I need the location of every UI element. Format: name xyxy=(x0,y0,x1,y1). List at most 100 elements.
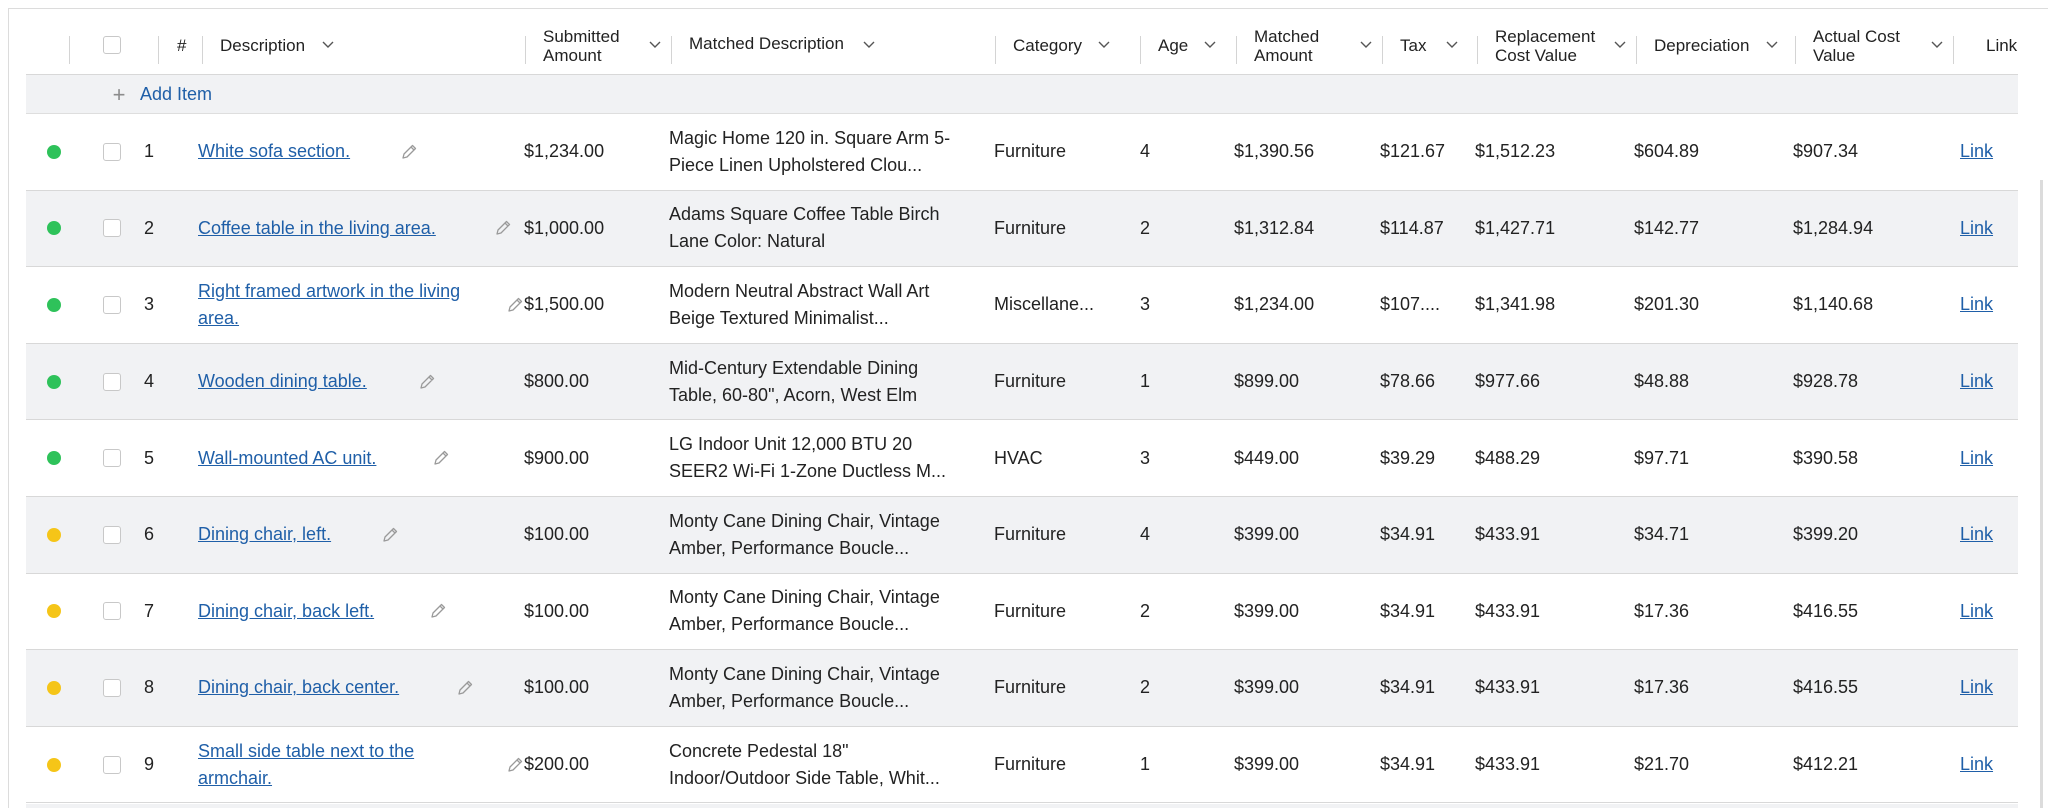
item-description-link[interactable]: Wall-mounted AC unit. xyxy=(198,445,376,472)
header-submitted-amount[interactable]: Submitted Amount xyxy=(526,16,672,75)
age: 1 xyxy=(1140,754,1151,775)
table-row[interactable]: 4 Wooden dining table. $800.00 Mid-Centu… xyxy=(26,343,2018,421)
tax: $107.... xyxy=(1380,294,1441,315)
item-description-link[interactable]: Dining chair, back left. xyxy=(198,598,374,625)
item-link[interactable]: Link xyxy=(1960,138,1993,165)
category: Furniture xyxy=(994,600,1067,621)
sort-chevron-icon[interactable] xyxy=(321,37,335,51)
sort-chevron-icon[interactable] xyxy=(1930,37,1944,51)
header-description[interactable]: Description xyxy=(203,16,526,75)
item-description-link[interactable]: Small side table next to the armchair. xyxy=(198,738,463,792)
header-description-label: Description xyxy=(220,36,306,55)
sort-chevron-icon[interactable] xyxy=(1359,37,1373,51)
category: Furniture xyxy=(994,371,1067,392)
header-category[interactable]: Category xyxy=(996,16,1141,75)
status-dot xyxy=(47,527,61,542)
header-depreciation[interactable]: Depreciation xyxy=(1637,16,1796,75)
item-description: Right framed artwork in the living area. xyxy=(198,267,463,343)
age: 2 xyxy=(1140,217,1151,238)
item-description-link[interactable]: White sofa section. xyxy=(198,138,350,165)
table-row[interactable]: 3 Right framed artwork in the living are… xyxy=(26,267,2018,344)
item-link[interactable]: Link xyxy=(1960,521,1993,548)
header-age[interactable]: Age xyxy=(1141,16,1237,75)
row-checkbox[interactable] xyxy=(103,219,121,238)
pencil-icon[interactable] xyxy=(381,526,399,544)
item-link[interactable]: Link xyxy=(1960,445,1993,472)
header-matched-description[interactable]: Matched Description xyxy=(672,16,996,75)
pencil-icon[interactable] xyxy=(432,449,450,467)
scrollbar-track[interactable] xyxy=(2040,180,2043,808)
table-row[interactable]: 6 Dining chair, left. $100.00 Monty Cane… xyxy=(26,496,2018,574)
item-link[interactable]: Link xyxy=(1960,291,1993,318)
pencil-icon[interactable] xyxy=(429,602,447,620)
matched-description: Monty Cane Dining Chair, Vintage Amber, … xyxy=(669,574,969,650)
row-checkbox[interactable] xyxy=(103,372,121,391)
item-link-cell: Link xyxy=(1960,650,2010,726)
item-description: Coffee table in the living area. xyxy=(198,191,463,267)
sort-chevron-icon[interactable] xyxy=(1097,37,1111,51)
pencil-icon[interactable] xyxy=(506,756,524,774)
sort-chevron-icon[interactable] xyxy=(1445,37,1459,51)
table-row[interactable]: 1 White sofa section. $1,234.00 Magic Ho… xyxy=(26,114,2018,191)
item-link[interactable]: Link xyxy=(1960,368,1993,395)
pencil-icon[interactable] xyxy=(494,219,512,237)
tax: $34.91 xyxy=(1380,524,1436,545)
row-checkbox[interactable] xyxy=(103,525,121,544)
sort-chevron-icon[interactable] xyxy=(1613,37,1627,51)
table-row[interactable]: 8 Dining chair, back center. $100.00 Mon… xyxy=(26,650,2018,727)
table-body: 1 White sofa section. $1,234.00 Magic Ho… xyxy=(26,114,2018,804)
header-link: Link xyxy=(1954,16,2018,75)
category: Furniture xyxy=(994,754,1067,775)
item-description-link[interactable]: Dining chair, left. xyxy=(198,521,331,548)
item-link[interactable]: Link xyxy=(1960,215,1993,242)
header-number-label: # xyxy=(177,36,187,55)
item-description-link[interactable]: Wooden dining table. xyxy=(198,368,367,395)
item-link-cell: Link xyxy=(1960,727,2010,803)
item-link[interactable]: Link xyxy=(1960,598,1993,625)
item-link[interactable]: Link xyxy=(1960,751,1993,778)
item-link[interactable]: Link xyxy=(1960,674,1993,701)
row-checkbox[interactable] xyxy=(103,678,121,697)
item-description: White sofa section. xyxy=(198,114,463,190)
matched-amount: $399.00 xyxy=(1234,524,1300,545)
row-checkbox[interactable] xyxy=(103,449,121,468)
header-actual-cost-value[interactable]: Actual Cost Value xyxy=(1796,16,1954,75)
header-tax[interactable]: Tax xyxy=(1383,16,1478,75)
sort-chevron-icon[interactable] xyxy=(1765,37,1779,51)
actual-cost-value: $416.55 xyxy=(1793,677,1859,698)
table-row[interactable]: 5 Wall-mounted AC unit. $900.00 LG Indoo… xyxy=(26,420,2018,497)
category: Furniture xyxy=(994,524,1067,545)
header-matched-amount-label: Matched Amount xyxy=(1254,27,1319,65)
row-checkbox[interactable] xyxy=(103,755,121,774)
category: Furniture xyxy=(994,677,1067,698)
header-rcv-label: Replacement Cost Value xyxy=(1495,27,1595,65)
table-row[interactable]: 9 Small side table next to the armchair.… xyxy=(26,727,2018,804)
pencil-icon[interactable] xyxy=(418,373,436,391)
add-item-button[interactable]: + Add Item xyxy=(108,75,212,114)
replacement-cost-value: $1,512.23 xyxy=(1475,141,1556,162)
row-checkbox[interactable] xyxy=(103,602,121,621)
select-all-checkbox[interactable] xyxy=(103,36,121,54)
submitted-amount: $1,234.00 xyxy=(524,141,605,162)
item-link-cell: Link xyxy=(1960,344,2010,420)
header-matched-amount[interactable]: Matched Amount xyxy=(1237,16,1383,75)
sort-chevron-icon[interactable] xyxy=(648,37,662,51)
row-checkbox[interactable] xyxy=(103,142,121,161)
pencil-icon[interactable] xyxy=(506,296,524,314)
table-row[interactable]: 2 Coffee table in the living area. $1,00… xyxy=(26,190,2018,268)
row-checkbox[interactable] xyxy=(103,295,121,314)
item-link-cell: Link xyxy=(1960,420,2010,496)
matched-amount: $399.00 xyxy=(1234,754,1300,775)
item-description-link[interactable]: Right framed artwork in the living area. xyxy=(198,278,463,332)
pencil-icon[interactable] xyxy=(456,679,474,697)
matched-description-text: LG Indoor Unit 12,000 BTU 20 SEER2 Wi-Fi… xyxy=(669,434,947,482)
item-description-link[interactable]: Dining chair, back center. xyxy=(198,674,399,701)
item-description-link[interactable]: Coffee table in the living area. xyxy=(198,215,436,242)
header-rcv-line1: Replacement xyxy=(1495,26,1596,46)
sort-chevron-icon[interactable] xyxy=(862,37,876,51)
header-replacement-cost-value[interactable]: Replacement Cost Value xyxy=(1478,16,1637,75)
pencil-icon[interactable] xyxy=(400,143,418,161)
matched-description: Adams Square Coffee Table Birch Lane Col… xyxy=(669,191,969,267)
table-row[interactable]: 7 Dining chair, back left. $100.00 Monty… xyxy=(26,574,2018,651)
sort-chevron-icon[interactable] xyxy=(1203,37,1217,51)
